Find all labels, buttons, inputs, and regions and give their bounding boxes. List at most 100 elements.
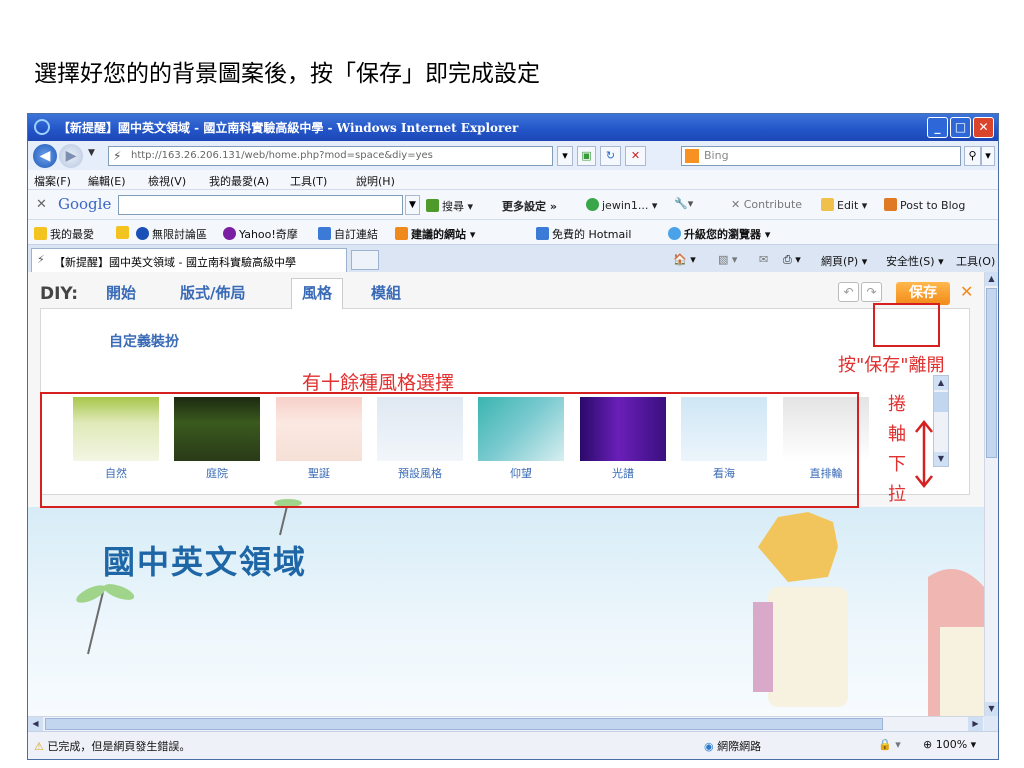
close-toolbar-icon[interactable]: ✕ (36, 197, 47, 212)
page-hscroll-thumb[interactable] (45, 718, 883, 730)
status-message[interactable]: ⚠ 已完成，但是網頁發生錯誤。 (34, 738, 190, 754)
fav-link-hotmail[interactable]: 免費的 Hotmail (536, 226, 631, 242)
fav-yahoo-label: Yahoo!奇摩 (239, 228, 298, 241)
page-heading: 國中英文領域 (103, 543, 308, 581)
save-button[interactable]: 保存 (896, 282, 950, 305)
more-settings-button[interactable]: 更多設定 » (502, 198, 557, 214)
globe-icon: ◉ (704, 740, 714, 753)
fav-link-custom[interactable]: 自訂連結 (318, 226, 378, 242)
page-vertical-scrollbar[interactable]: ▲ ▼ (984, 272, 998, 716)
security-zone[interactable]: ◉ 網際網路 (704, 738, 761, 754)
diy-tab-start[interactable]: 開始 (106, 282, 136, 303)
scroll-note-char: 軸 (888, 424, 906, 445)
print-button[interactable]: ⎙ ▾ (783, 253, 801, 267)
google-search-button[interactable]: 搜尋 ▾ (426, 198, 473, 214)
close-diy-icon[interactable]: ✕ (960, 282, 973, 301)
diy-tab-module[interactable]: 模組 (371, 282, 401, 303)
fav-link-forum[interactable]: 無限討論區 (136, 226, 207, 242)
menu-bar: 檔案(F) 編輯(E) 檢視(V) 我的最愛(A) 工具(T) 說明(H) (28, 170, 998, 189)
fav-link-upgrade[interactable]: 升級您的瀏覽器 ▾ (668, 226, 770, 242)
history-dropdown-icon[interactable]: ▼ (88, 148, 95, 158)
scroll-note-char: 拉 (888, 484, 906, 505)
menu-help[interactable]: 說明(H) (356, 173, 395, 189)
scroll-note-char: 捲 (888, 394, 906, 415)
page-scroll-left-icon[interactable]: ◀ (28, 717, 43, 731)
page-scroll-right-icon[interactable]: ▶ (968, 717, 983, 731)
google-search-icon (426, 199, 439, 212)
tab-current[interactable]: ⚡ 【新提醒】國中英文領域 - 國立南科實驗高級中學 (31, 248, 347, 273)
new-tab-button[interactable] (351, 250, 379, 270)
page-banner: 國中英文領域 (28, 499, 984, 716)
diy-toolbar: DIY: 開始 版式/佈局 風格 模組 ↶ ↷ 保存 ✕ (40, 272, 973, 311)
page-menu[interactable]: 網頁(P) ▾ (821, 253, 867, 269)
page-scroll-up-icon[interactable]: ▲ (985, 272, 998, 286)
google-dropdown-button[interactable]: ▼ (405, 195, 420, 215)
hotmail-icon (536, 227, 549, 240)
maximize-button[interactable]: □ (950, 117, 971, 138)
contribute-button[interactable]: ✕ Contribute (731, 198, 802, 211)
stop-icon[interactable]: ✕ (625, 146, 646, 166)
undo-button[interactable]: ↶ (838, 282, 859, 302)
window-title: 【新提醒】國中英文領域 - 國立南科實驗高級中學 - Windows Inter… (58, 121, 519, 135)
dragonfly-icon (76, 584, 135, 655)
styles-annotation: 有十餘種風格選擇 (302, 372, 455, 394)
add-favorite-icon[interactable] (116, 226, 132, 240)
fav-link-suggested[interactable]: 建議的網站 ▾ (395, 226, 475, 242)
yahoo-icon (223, 227, 236, 240)
edit-icon (821, 198, 834, 211)
search-field[interactable]: Bing (681, 146, 961, 166)
menu-view[interactable]: 檢視(V) (148, 173, 186, 189)
close-window-button[interactable]: ✕ (973, 117, 994, 138)
fav-link-yahoo[interactable]: Yahoo!奇摩 (223, 226, 298, 242)
diy-tab-style[interactable]: 風格 (291, 278, 344, 311)
custom-style-link[interactable]: 自定義裝扮 (109, 331, 179, 351)
fav-upgrade-label: 升級您的瀏覽器 (684, 228, 761, 241)
fav-forum-label: 無限討論區 (152, 228, 207, 241)
status-text: 已完成，但是網頁發生錯誤。 (47, 740, 191, 753)
page-horizontal-scrollbar[interactable]: ◀ ▶ (28, 716, 984, 731)
user-name: jewin1... (602, 199, 649, 212)
favorites-button[interactable]: 我的最愛 (34, 226, 94, 242)
url-dropdown-button[interactable]: ▾ (557, 146, 573, 166)
suggested-sites-icon (395, 227, 408, 240)
status-bar: ⚠ 已完成，但是網頁發生錯誤。 ◉ 網際網路 🔒 ▾ ⊕ 100% ▾ (28, 731, 998, 759)
safety-menu[interactable]: 安全性(S) ▾ (886, 253, 944, 269)
url-field[interactable]: ⚡ http://163.26.206.131/web/home.php?mod… (108, 146, 553, 166)
refresh-icon[interactable]: ↻ (600, 146, 621, 166)
back-button[interactable]: ◀ (33, 144, 57, 168)
menu-tools[interactable]: 工具(T) (290, 173, 327, 189)
feeds-button[interactable]: ▧ ▾ (718, 253, 737, 266)
contribute-label: Contribute (743, 198, 803, 211)
minimize-button[interactable]: _ (927, 117, 948, 138)
mail-button[interactable]: ✉ (759, 253, 768, 266)
home-button[interactable]: 🏠 ▾ (673, 253, 696, 266)
save-highlight-box (873, 303, 940, 347)
protected-mode-icon[interactable]: 🔒 ▾ (878, 738, 901, 751)
google-search-input[interactable] (118, 195, 403, 215)
menu-edit[interactable]: 編輯(E) (88, 173, 126, 189)
scroll-thumb[interactable] (934, 392, 948, 412)
search-options-icon[interactable]: ▾ (981, 146, 995, 166)
address-bar: ◀ ▶ ▼ ⚡ http://163.26.206.131/web/home.p… (28, 141, 998, 170)
menu-file[interactable]: 檔案(F) (34, 173, 71, 189)
page-icon: ⚡ (113, 149, 122, 163)
page-scroll-down-icon[interactable]: ▼ (985, 702, 998, 716)
zoom-control[interactable]: ⊕ 100% ▾ (923, 738, 976, 751)
tools-menu[interactable]: 工具(O) (956, 253, 995, 269)
wrench-icon[interactable]: 🔧▾ (674, 197, 693, 210)
post-to-blog-button[interactable]: Post to Blog (884, 198, 965, 212)
compat-view-icon[interactable]: ▣ (577, 146, 596, 166)
redo-button[interactable]: ↷ (861, 282, 882, 302)
scroll-down-icon[interactable]: ▼ (934, 452, 948, 466)
edit-button[interactable]: Edit ▾ (821, 198, 867, 212)
user-menu[interactable]: jewin1... ▾ (586, 198, 657, 212)
menu-favorites[interactable]: 我的最愛(A) (209, 173, 269, 189)
anime-characters-image (753, 512, 984, 716)
diy-tab-layout[interactable]: 版式/佈局 (180, 282, 245, 303)
warning-icon: ⚠ (34, 740, 44, 753)
search-button[interactable]: ⚲ (964, 146, 981, 166)
page-scroll-thumb[interactable] (986, 288, 997, 458)
forward-button[interactable]: ▶ (59, 144, 83, 168)
zone-label: 網際網路 (717, 740, 762, 753)
scroll-up-icon[interactable]: ▲ (934, 376, 948, 390)
